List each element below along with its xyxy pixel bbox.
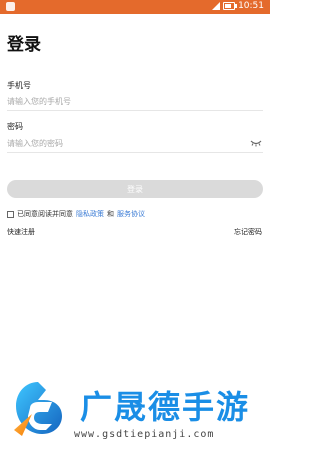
eye-hidden-icon[interactable] [250, 139, 262, 147]
forgot-password-link[interactable]: 忘记密码 [234, 227, 262, 237]
page-title: 登录 [7, 35, 41, 55]
privacy-policy-link[interactable]: 隐私政策 [76, 209, 104, 219]
watermark-banner: 广晟德手游 www.gsdtiepianji.com [0, 360, 270, 450]
brand-logo-icon [14, 382, 62, 436]
signal-icon [212, 2, 221, 10]
agreement-and: 和 [107, 210, 114, 218]
password-label: 密码 [7, 122, 23, 131]
phone-input[interactable] [7, 94, 263, 108]
phone-label: 手机号 [7, 81, 31, 90]
agreement-prefix: 已同意阅读并同意 [17, 210, 73, 218]
battery-icon [223, 2, 238, 10]
status-bar: 10:51 [0, 0, 270, 14]
brand-name: 广晟德手游 [80, 388, 251, 426]
agreement-checkbox[interactable] [7, 210, 14, 218]
brand-url: www.gsdtiepianji.com [74, 429, 215, 440]
status-bar-right: 10:51 [212, 1, 264, 11]
status-time: 10:51 [238, 1, 264, 11]
service-agreement-link[interactable]: 服务协议 [117, 209, 145, 219]
login-button[interactable]: 登录 [7, 180, 263, 198]
agreement-row: 已同意阅读并同意 隐私政策和服务协议 [7, 209, 145, 219]
password-divider [7, 152, 263, 153]
quick-register-link[interactable]: 快速注册 [7, 227, 35, 237]
password-input[interactable] [7, 136, 263, 150]
phone-divider [7, 110, 263, 111]
notification-icon [6, 2, 15, 11]
